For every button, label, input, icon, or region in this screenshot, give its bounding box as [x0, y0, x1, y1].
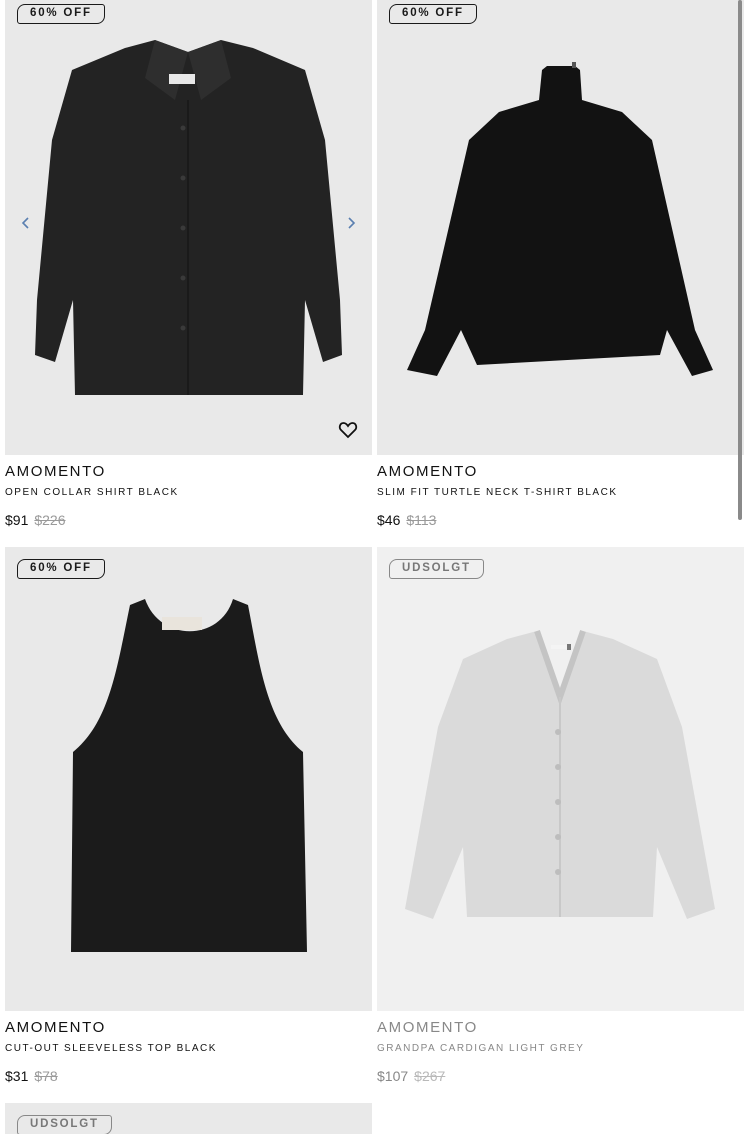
heart-icon[interactable]	[338, 420, 358, 440]
sold-out-badge: UDSOLGT	[389, 559, 484, 579]
product-brand: AMOMENTO	[377, 463, 478, 480]
product-card[interactable]: 60% OFF AMOMENTO SLIM FIT TURTLE NECK T-…	[377, 0, 744, 547]
product-card[interactable]: 60% OFF AMOMENTO CUT-OUT SLEEVELESS TOP …	[5, 547, 372, 1103]
product-name[interactable]: CUT-OUT SLEEVELESS TOP BLACK	[5, 1042, 372, 1056]
turtleneck-image	[407, 62, 713, 376]
product-brand: AMOMENTO	[5, 463, 106, 480]
sale-price: $107	[377, 1068, 409, 1084]
product-info: AMOMENTO GRANDPA CARDIGAN LIGHT GREY $10…	[377, 1011, 744, 1103]
product-image[interactable]: 60% OFF	[377, 0, 744, 455]
original-price: $78	[34, 1068, 58, 1084]
product-info: AMOMENTO CUT-OUT SLEEVELESS TOP BLACK $3…	[5, 1011, 372, 1103]
product-prices: $91 $226	[5, 511, 372, 529]
product-card[interactable]: 60% OFF AMOMENTO OPEN COLLAR SHIRT BLACK…	[5, 0, 372, 547]
product-brand: AMOMENTO	[377, 1019, 478, 1036]
chevron-right-icon[interactable]	[344, 214, 358, 232]
original-price: $113	[406, 512, 437, 528]
sale-price: $31	[5, 1068, 29, 1084]
product-card[interactable]: UDSOLGT AMOMENTO GRANDPA CARDIGAN LIGHT …	[377, 547, 744, 1103]
product-info: AMOMENTO OPEN COLLAR SHIRT BLACK $91 $226	[5, 455, 372, 547]
cardigan-image	[405, 630, 715, 919]
original-price: $226	[34, 512, 66, 528]
product-info: AMOMENTO SLIM FIT TURTLE NECK T-SHIRT BL…	[377, 455, 744, 547]
sale-price: $46	[377, 512, 401, 528]
product-name[interactable]: OPEN COLLAR SHIRT BLACK	[5, 486, 372, 500]
product-image[interactable]: UDSOLGT	[377, 547, 744, 1011]
product-name[interactable]: GRANDPA CARDIGAN LIGHT GREY	[377, 1042, 744, 1056]
shirt-image	[35, 40, 342, 395]
discount-badge: 60% OFF	[17, 4, 105, 24]
product-card[interactable]: UDSOLGT	[5, 1103, 372, 1134]
product-prices: $31 $78	[5, 1067, 372, 1085]
product-image[interactable]: UDSOLGT	[5, 1103, 372, 1134]
product-prices: $46 $113	[377, 511, 744, 529]
sold-out-badge: UDSOLGT	[17, 1115, 112, 1134]
chevron-left-icon[interactable]	[19, 214, 33, 232]
sale-price: $91	[5, 512, 29, 528]
product-image[interactable]: 60% OFF	[5, 0, 372, 455]
product-brand: AMOMENTO	[5, 1019, 106, 1036]
original-price: $267	[414, 1068, 446, 1084]
product-prices: $107 $267	[377, 1067, 744, 1085]
scrollbar[interactable]	[738, 0, 742, 520]
product-image[interactable]: 60% OFF	[5, 547, 372, 1011]
discount-badge: 60% OFF	[389, 4, 477, 24]
product-name[interactable]: SLIM FIT TURTLE NECK T-SHIRT BLACK	[377, 486, 744, 500]
discount-badge: 60% OFF	[17, 559, 105, 579]
tank-top-image	[71, 599, 307, 952]
